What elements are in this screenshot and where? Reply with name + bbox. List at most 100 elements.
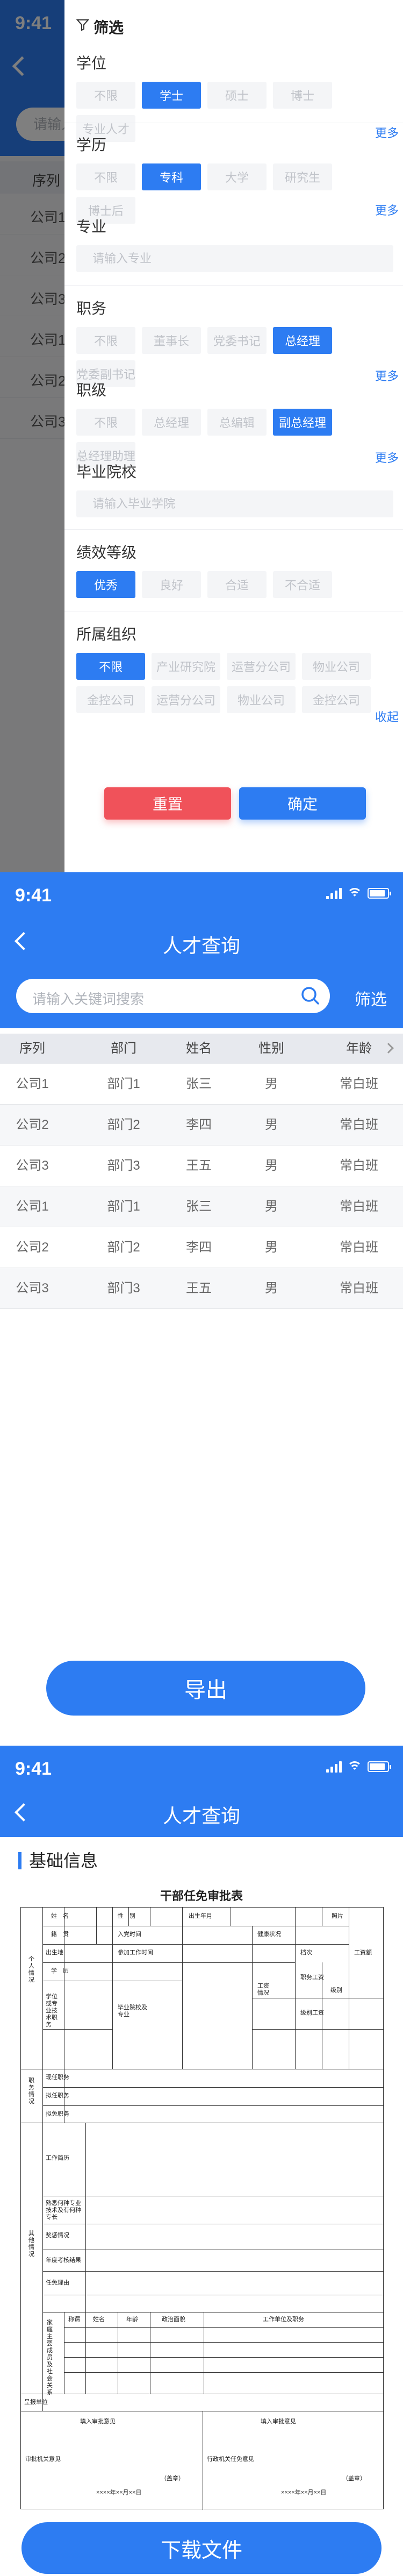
table-cell: 公司3: [16, 1281, 49, 1296]
section-label: 职级: [76, 382, 107, 399]
table-row[interactable]: 公司3 部门3 王五 男 常白班: [0, 1145, 403, 1186]
school-input[interactable]: 请输入毕业学院: [76, 490, 393, 517]
filter-chip[interactable]: 副总经理: [273, 409, 332, 436]
table-row[interactable]: 公司1 部门1 张三 男 常白班: [0, 1186, 403, 1227]
label-age: 年龄: [126, 2316, 138, 2323]
table-cell: 王五: [186, 1281, 212, 1296]
battery-icon: [368, 1761, 391, 1772]
filter-chip[interactable]: 金控公司: [302, 686, 371, 713]
filter-chip[interactable]: 运营分公司: [152, 686, 220, 713]
table-cell: 常白班: [340, 1118, 378, 1132]
filter-chip[interactable]: 金控公司: [76, 686, 145, 713]
date-2: ××××年××月××日: [281, 2489, 327, 2496]
label-personal: 个人情况: [28, 1956, 34, 1983]
filter-chip[interactable]: 学士: [142, 82, 201, 109]
signal-icon: [326, 1761, 342, 1773]
talent-list-screen: 9:41 人才查询 请输入关键词搜索 筛选 序列 部门 姓名 性别 年龄 公司1…: [0, 872, 403, 1746]
filter-chip[interactable]: 不限: [76, 327, 135, 354]
collapse-link[interactable]: 收起: [375, 708, 399, 725]
chip-group: 不限 产业研究院 运营分公司 物业公司 金控公司 运营分公司 物业公司 金控公司: [76, 653, 393, 713]
table-cell: 李四: [186, 1118, 212, 1132]
column-header: 性别: [258, 1041, 284, 1056]
filter-chip[interactable]: 不限: [76, 653, 145, 680]
label-party-date: 入党时间: [118, 1931, 141, 1938]
download-button[interactable]: 下载文件: [21, 2522, 382, 2574]
filter-chip[interactable]: 党委书记: [207, 327, 267, 354]
filter-chip[interactable]: 产业研究院: [152, 653, 220, 680]
filter-chip[interactable]: 总编辑: [207, 409, 267, 436]
section-label: 绩效等级: [76, 544, 137, 561]
form-title: 干部任免审批表: [160, 1889, 243, 1903]
label-approval: 呈报单位: [24, 2399, 48, 2406]
table-cell: 张三: [186, 1077, 212, 1091]
major-input[interactable]: 请输入专业: [76, 245, 393, 272]
label-ethnic: 籍 贯: [51, 1931, 69, 1938]
filter-chip[interactable]: 运营分公司: [227, 653, 296, 680]
table-cell: 王五: [186, 1158, 212, 1173]
search-input[interactable]: 请输入关键词搜索: [16, 979, 330, 1013]
filter-chip[interactable]: 不限: [76, 163, 135, 190]
label-graduate: 毕业院校及专业: [118, 2004, 147, 2018]
table-cell: 男: [265, 1199, 278, 1214]
table-cell: 部门3: [107, 1281, 140, 1296]
label-opinion-2: 行政机关任免意见: [207, 2456, 254, 2463]
filter-chip[interactable]: 硕士: [207, 82, 267, 109]
filter-chip[interactable]: 物业公司: [227, 686, 296, 713]
table-cell: 公司2: [16, 1118, 49, 1132]
section-title: 基础信息: [18, 1852, 98, 1869]
table-row[interactable]: 公司1 部门1 张三 男 常白班: [0, 1064, 403, 1105]
filter-chip[interactable]: 专科: [142, 163, 201, 190]
label-family-name: 姓名: [93, 2316, 105, 2323]
label-family: 家庭主要成员及社会关系: [47, 2319, 53, 2396]
filter-school: 毕业院校 请输入毕业学院: [76, 460, 393, 517]
label-level: 级别: [330, 1987, 342, 1994]
filter-chip[interactable]: 博士: [273, 82, 332, 109]
table-cell: 公司1: [16, 1199, 49, 1214]
filter-chip[interactable]: 优秀: [76, 571, 135, 598]
filter-education: 学历 不限 专科 大学 研究生 博士后: [76, 133, 393, 224]
filter-chip[interactable]: 总经理: [142, 409, 201, 436]
table-row[interactable]: 公司3 部门3 王五 男 常白班: [0, 1268, 403, 1309]
label-reason: 任免理由: [46, 2280, 69, 2286]
filter-chip[interactable]: 物业公司: [302, 653, 371, 680]
label-rank-salary: 职务工资: [300, 1974, 324, 1981]
section-label: 毕业院校: [76, 464, 137, 480]
battery-icon: [368, 888, 391, 899]
confirm-button[interactable]: 确定: [239, 787, 366, 820]
seal-2: （盖章）: [342, 2475, 366, 2482]
table-header: 序列 部门 姓名 性别 年龄: [0, 1034, 403, 1064]
filter-degree: 学位 不限 学士 硕士 博士 专业人才: [76, 52, 393, 142]
reset-button[interactable]: 重置: [104, 787, 231, 820]
label-opinion-1: 审批机关意见: [25, 2456, 61, 2463]
filter-button[interactable]: 筛选: [355, 986, 387, 1010]
filter-chip[interactable]: 研究生: [273, 163, 332, 190]
table-row[interactable]: 公司2 部门2 李四 男 常白班: [0, 1105, 403, 1145]
table-cell: 部门3: [107, 1158, 140, 1173]
export-button[interactable]: 导出: [46, 1661, 365, 1716]
table-cell: 公司3: [16, 1158, 49, 1173]
label-annual: 年度考核结果: [46, 2257, 81, 2264]
filter-chip[interactable]: 合适: [207, 571, 267, 598]
filter-chip[interactable]: 总经理: [273, 327, 332, 354]
table-cell: 男: [265, 1077, 278, 1091]
filter-chip[interactable]: 不限: [76, 82, 135, 109]
label-salary-amount: 工资额: [354, 1949, 372, 1956]
status-time: 9:41: [15, 1759, 52, 1779]
table-cell: 常白班: [340, 1158, 378, 1173]
approval-form-screen: 9:41 人才查询 基础信息 干部任免审批表 姓 名 性 别 出生年月 照片 籍…: [0, 1746, 403, 2576]
dim-overlay[interactable]: [0, 0, 64, 872]
filter-major: 专业 请输入专业: [76, 215, 393, 272]
filter-chip[interactable]: 董事长: [142, 327, 201, 354]
label-name: 姓 名: [51, 1913, 69, 1919]
chevron-right-icon[interactable]: [383, 1043, 394, 1054]
label-work-date: 参加工作时间: [118, 1949, 153, 1956]
filter-chip[interactable]: 不合适: [273, 571, 332, 598]
filter-screen: 9:41 请输入 序列 公司1 公司2 公司3 公司1 公司2 公司3 筛选 学…: [0, 0, 403, 872]
search-icon[interactable]: [300, 985, 320, 1006]
filter-chip[interactable]: 大学: [207, 163, 267, 190]
filter-chip[interactable]: 不限: [76, 409, 135, 436]
chip-group: 优秀 良好 合适 不合适: [76, 571, 393, 598]
filter-chip[interactable]: 良好: [142, 571, 201, 598]
table-row[interactable]: 公司2 部门2 李四 男 常白班: [0, 1227, 403, 1268]
column-header: 序列: [19, 1041, 45, 1056]
